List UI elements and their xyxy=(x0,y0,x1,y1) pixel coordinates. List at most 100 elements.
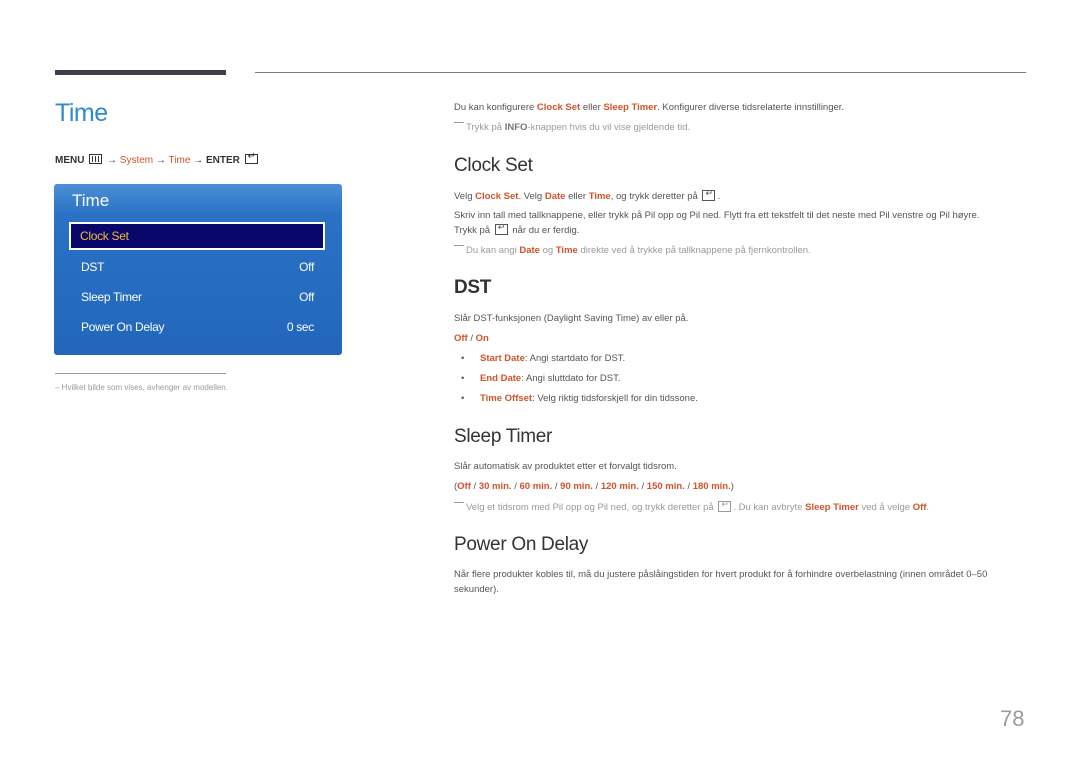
osd-item-value: 0 sec xyxy=(286,320,314,334)
osd-item-clock-set[interactable]: Clock Set xyxy=(69,222,325,250)
sleep-timer-options: (Off / 30 min. / 60 min. / 90 min. / 120… xyxy=(454,481,734,492)
option: 60 min. xyxy=(519,481,553,492)
highlight: Time xyxy=(555,245,578,256)
page-title: Time xyxy=(55,99,108,127)
highlight: Off xyxy=(912,502,927,513)
clock-set-note: Du kan angi Date og Time direkte ved å t… xyxy=(454,245,811,256)
option: 30 min. xyxy=(478,481,512,492)
text: -knappen hvis du vil vise gjeldende tid. xyxy=(527,122,691,133)
text: : Angi sluttdato for DST. xyxy=(521,373,621,384)
option-off: Off xyxy=(454,333,468,344)
footnote: – Hvilket bilde som vises, avhenger av m… xyxy=(55,383,228,392)
osd-item-power-on-delay[interactable]: Power On Delay 0 sec xyxy=(70,314,324,340)
option: 120 min. xyxy=(600,481,639,492)
header-bar-thick xyxy=(55,70,226,75)
note-dash-icon xyxy=(454,502,464,503)
power-on-delay-p1: Når flere produkter kobles til, må du ju… xyxy=(454,569,988,580)
heading-power-on-delay: Power On Delay xyxy=(454,534,589,555)
highlight-clock-set: Clock Set xyxy=(536,102,581,113)
text: Trykk på xyxy=(454,225,493,236)
dst-bullet-time-offset: • Time Offset: Velg riktig tidsforskjell … xyxy=(461,393,698,404)
option: 180 min. xyxy=(692,481,731,492)
clock-set-p1: Velg Clock Set. Velg Date eller Time, og… xyxy=(454,188,721,202)
osd-item-label: Power On Delay xyxy=(81,320,165,334)
text: . Konfigurer diverse tidsrelaterte innst… xyxy=(657,102,845,113)
text: direkte ved å trykke på tallknappene på … xyxy=(577,245,811,256)
term: Time Offset xyxy=(480,393,533,404)
text: , og trykk deretter på xyxy=(610,191,701,202)
arrow: → xyxy=(193,155,204,166)
bullet-icon: • xyxy=(461,373,465,384)
note-dash-icon xyxy=(454,245,464,246)
enter-icon xyxy=(244,151,258,164)
text: og xyxy=(539,245,556,256)
note-dash-icon xyxy=(454,122,464,123)
page-number: 78 xyxy=(1000,706,1025,731)
heading-sleep-timer: Sleep Timer xyxy=(454,426,553,447)
bullet-icon: • xyxy=(461,393,465,404)
text: eller xyxy=(565,191,589,202)
dst-bullet-end-date: • End Date: Angi sluttdato for DST. xyxy=(461,373,620,384)
text: Du kan konfigurere xyxy=(454,102,537,113)
text: : Velg riktig tidsforskjell for din tids… xyxy=(532,393,698,404)
enter-icon xyxy=(718,499,732,512)
heading-clock-set: Clock Set xyxy=(454,155,533,176)
osd-item-value: Off xyxy=(299,290,314,304)
info-key: INFO xyxy=(504,122,528,133)
osd-item-sleep-timer[interactable]: Sleep Timer Off xyxy=(70,284,324,310)
text: Velg et tidsrom med Pil opp og Pil ned, … xyxy=(466,502,717,513)
text: eller xyxy=(580,102,604,113)
highlight: Clock Set xyxy=(475,191,519,202)
sleep-timer-note: Velg et tidsrom med Pil opp og Pil ned, … xyxy=(454,499,930,513)
osd-time-menu: Time Clock Set DST Off Sleep Timer Off P… xyxy=(54,184,342,355)
option: 150 min. xyxy=(646,481,685,492)
bullet-icon: • xyxy=(461,353,465,364)
highlight: Date xyxy=(519,245,540,256)
text: Velg xyxy=(454,191,476,202)
text: Du kan angi xyxy=(466,245,520,256)
enter-icon xyxy=(702,188,716,201)
clock-set-p2: Skriv inn tall med tallknappene, eller t… xyxy=(454,210,980,221)
menu-icon xyxy=(89,154,103,164)
text: : Angi startdato for DST. xyxy=(524,353,626,364)
osd-item-label: Clock Set xyxy=(80,229,129,243)
text: når du er ferdig. xyxy=(509,225,580,236)
highlight: Sleep Timer xyxy=(805,502,859,513)
term: End Date xyxy=(480,373,522,384)
separator: / xyxy=(467,333,476,344)
text: ved å velge xyxy=(858,502,913,513)
power-on-delay-p2: sekunder). xyxy=(454,584,499,595)
dst-bullet-start-date: • Start Date: Angi startdato for DST. xyxy=(461,353,625,364)
option: 90 min. xyxy=(560,481,593,492)
arrow: → xyxy=(107,155,118,166)
text: Trykk på xyxy=(466,122,505,133)
term: Start Date xyxy=(480,353,525,364)
osd-item-label: DST xyxy=(81,260,105,274)
intro-text: Du kan konfigurere Clock Set eller Sleep… xyxy=(454,102,844,113)
osd-item-label: Sleep Timer xyxy=(81,290,142,304)
text: . xyxy=(926,502,930,513)
text: . xyxy=(717,191,721,202)
osd-item-dst[interactable]: DST Off xyxy=(70,254,324,280)
menu-system: System xyxy=(119,155,154,166)
sleep-timer-p1: Slår automatisk av produktet etter et fo… xyxy=(454,461,677,472)
intro-note: Trykk på INFO-knappen hvis du vil vise g… xyxy=(454,122,690,133)
heading-dst: DST xyxy=(454,277,492,298)
dst-p1: Slår DST-funksjonen (Daylight Saving Tim… xyxy=(454,313,689,324)
osd-title: Time xyxy=(72,191,110,210)
enter-label: ENTER xyxy=(205,155,240,166)
highlight: Time xyxy=(588,191,611,202)
menu-path: MENU → System → Time → ENTER xyxy=(55,151,260,166)
osd-item-value: Off xyxy=(299,260,314,274)
arrow: → xyxy=(155,155,166,166)
menu-label: MENU xyxy=(55,155,85,166)
header-bar-thin xyxy=(255,72,1026,73)
menu-time: Time xyxy=(168,155,191,166)
clock-set-p3: Trykk på når du er ferdig. xyxy=(454,222,580,236)
highlight-sleep-timer: Sleep Timer xyxy=(603,102,658,113)
dst-options: Off / On xyxy=(454,333,489,344)
text: . Du kan avbryte xyxy=(733,502,806,513)
enter-icon xyxy=(494,222,508,235)
text: . Velg xyxy=(518,191,545,202)
option: Off xyxy=(457,481,471,492)
